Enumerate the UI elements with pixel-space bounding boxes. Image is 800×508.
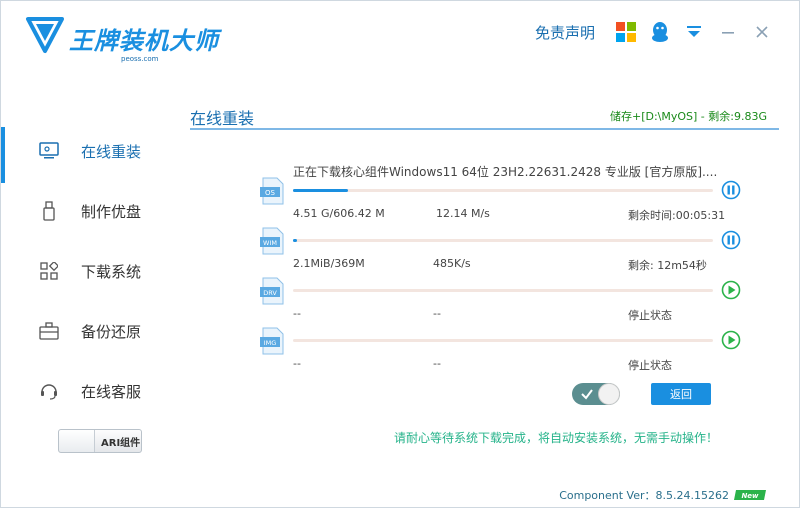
- auto-install-toggle[interactable]: [572, 383, 620, 405]
- download-remaining: 停止状态: [628, 359, 672, 372]
- img-file-icon: IMG: [260, 327, 284, 355]
- sidebar-item-online-service[interactable]: 在线客服: [1, 361, 171, 421]
- pause-button[interactable]: [721, 180, 741, 200]
- title-divider: [190, 128, 779, 130]
- sidebar: 在线重装 制作优盘 下载系统 备份还原 在线客服: [1, 121, 171, 421]
- progress-track: [293, 239, 713, 242]
- wim-file-icon: WIM: [260, 227, 284, 255]
- file-icon-label: OS: [265, 189, 276, 197]
- download-remaining: 剩余: 12m54秒: [628, 259, 707, 272]
- windows-logo-icon[interactable]: [615, 21, 637, 43]
- component-version: Component Ver：8.5.24.15262: [559, 489, 729, 502]
- disclaimer-link[interactable]: 免责声明: [535, 22, 595, 43]
- grid-icon: [39, 261, 59, 281]
- progress-fill: [293, 189, 348, 192]
- drv-file-icon: DRV: [260, 277, 284, 305]
- ari-toggle-label: ARI组件: [101, 437, 141, 449]
- sidebar-item-label: 备份还原: [81, 322, 142, 341]
- file-icon-label: DRV: [263, 289, 277, 297]
- monitor-icon: [39, 141, 59, 161]
- app-subtitle: peoss.com: [121, 55, 159, 63]
- download-remaining: 停止状态: [628, 309, 672, 322]
- ari-component-toggle[interactable]: ARI组件: [58, 429, 142, 453]
- download-size: --: [293, 307, 301, 320]
- new-badge: New: [734, 490, 766, 500]
- download-speed: 485K/s: [433, 257, 471, 270]
- page-title: 在线重装: [190, 109, 255, 128]
- pause-button[interactable]: [721, 230, 741, 250]
- download-speed: --: [433, 307, 441, 320]
- sidebar-item-online-reinstall[interactable]: 在线重装: [1, 121, 171, 183]
- qq-penguin-icon[interactable]: [649, 21, 671, 43]
- app-logo: 王牌装机大师 peoss.com: [25, 15, 225, 65]
- active-indicator: [1, 127, 5, 183]
- dropdown-menu-icon[interactable]: [683, 21, 705, 43]
- storage-info: 储存+[D:\MyOS] - 剩余:9.83G: [609, 110, 767, 123]
- sidebar-item-label: 在线重装: [81, 142, 142, 161]
- download-size: --: [293, 357, 301, 370]
- sidebar-item-backup-restore[interactable]: 备份还原: [1, 301, 171, 361]
- progress-track: [293, 339, 713, 342]
- download-row-wim: WIM 2.1MiB/369M 485K/s 剩余: 12m54秒: [259, 227, 741, 273]
- headset-icon: [39, 381, 59, 401]
- sidebar-item-label: 制作优盘: [81, 202, 142, 221]
- file-icon-label: WIM: [263, 239, 277, 247]
- app-title: 王牌装机大师: [69, 27, 219, 55]
- download-row-drv: DRV -- -- 停止状态: [259, 277, 741, 323]
- file-icon-label: IMG: [264, 339, 277, 347]
- sidebar-item-label: 下载系统: [81, 262, 142, 281]
- progress-track: [293, 189, 713, 192]
- download-row-os: OS 4.51 G/606.42 M 12.14 M/s 剩余时间:00:05:…: [259, 177, 741, 223]
- new-badge-text: New: [741, 492, 759, 500]
- progress-fill: [293, 239, 298, 242]
- usb-icon: [39, 201, 59, 221]
- ari-toggle-knob: [59, 430, 95, 452]
- minimize-icon[interactable]: [717, 21, 739, 43]
- os-file-icon: OS: [260, 177, 284, 205]
- app-window: 王牌装机大师 peoss.com 免责声明 在线重装 制作优盘 下载系统 备份还…: [0, 0, 800, 508]
- briefcase-icon: [39, 321, 59, 341]
- footer: Component Ver：8.5.24.15262 New: [559, 487, 767, 503]
- wait-hint: 请耐心等待系统下载完成，将自动安装系统，无需手动操作！: [394, 431, 719, 445]
- download-size: 4.51 G/606.42 M: [293, 207, 385, 220]
- play-button[interactable]: [721, 280, 741, 300]
- progress-track: [293, 289, 713, 292]
- download-remaining: 剩余时间:00:05:31: [628, 209, 726, 222]
- close-icon[interactable]: [751, 21, 773, 43]
- download-row-img: IMG -- -- 停止状态: [259, 327, 741, 373]
- play-button[interactable]: [721, 330, 741, 350]
- download-size: 2.1MiB/369M: [293, 257, 365, 270]
- sidebar-item-download-system[interactable]: 下载系统: [1, 241, 171, 301]
- toggle-knob: [598, 383, 620, 405]
- check-icon: [581, 389, 593, 400]
- header-controls: 免责声明: [535, 19, 779, 45]
- download-speed: --: [433, 357, 441, 370]
- logo-shield-icon: [26, 17, 64, 53]
- sidebar-item-make-usb[interactable]: 制作优盘: [1, 181, 171, 241]
- back-button[interactable]: 返回: [651, 383, 711, 405]
- sidebar-item-label: 在线客服: [81, 382, 142, 401]
- download-speed: 12.14 M/s: [436, 207, 490, 220]
